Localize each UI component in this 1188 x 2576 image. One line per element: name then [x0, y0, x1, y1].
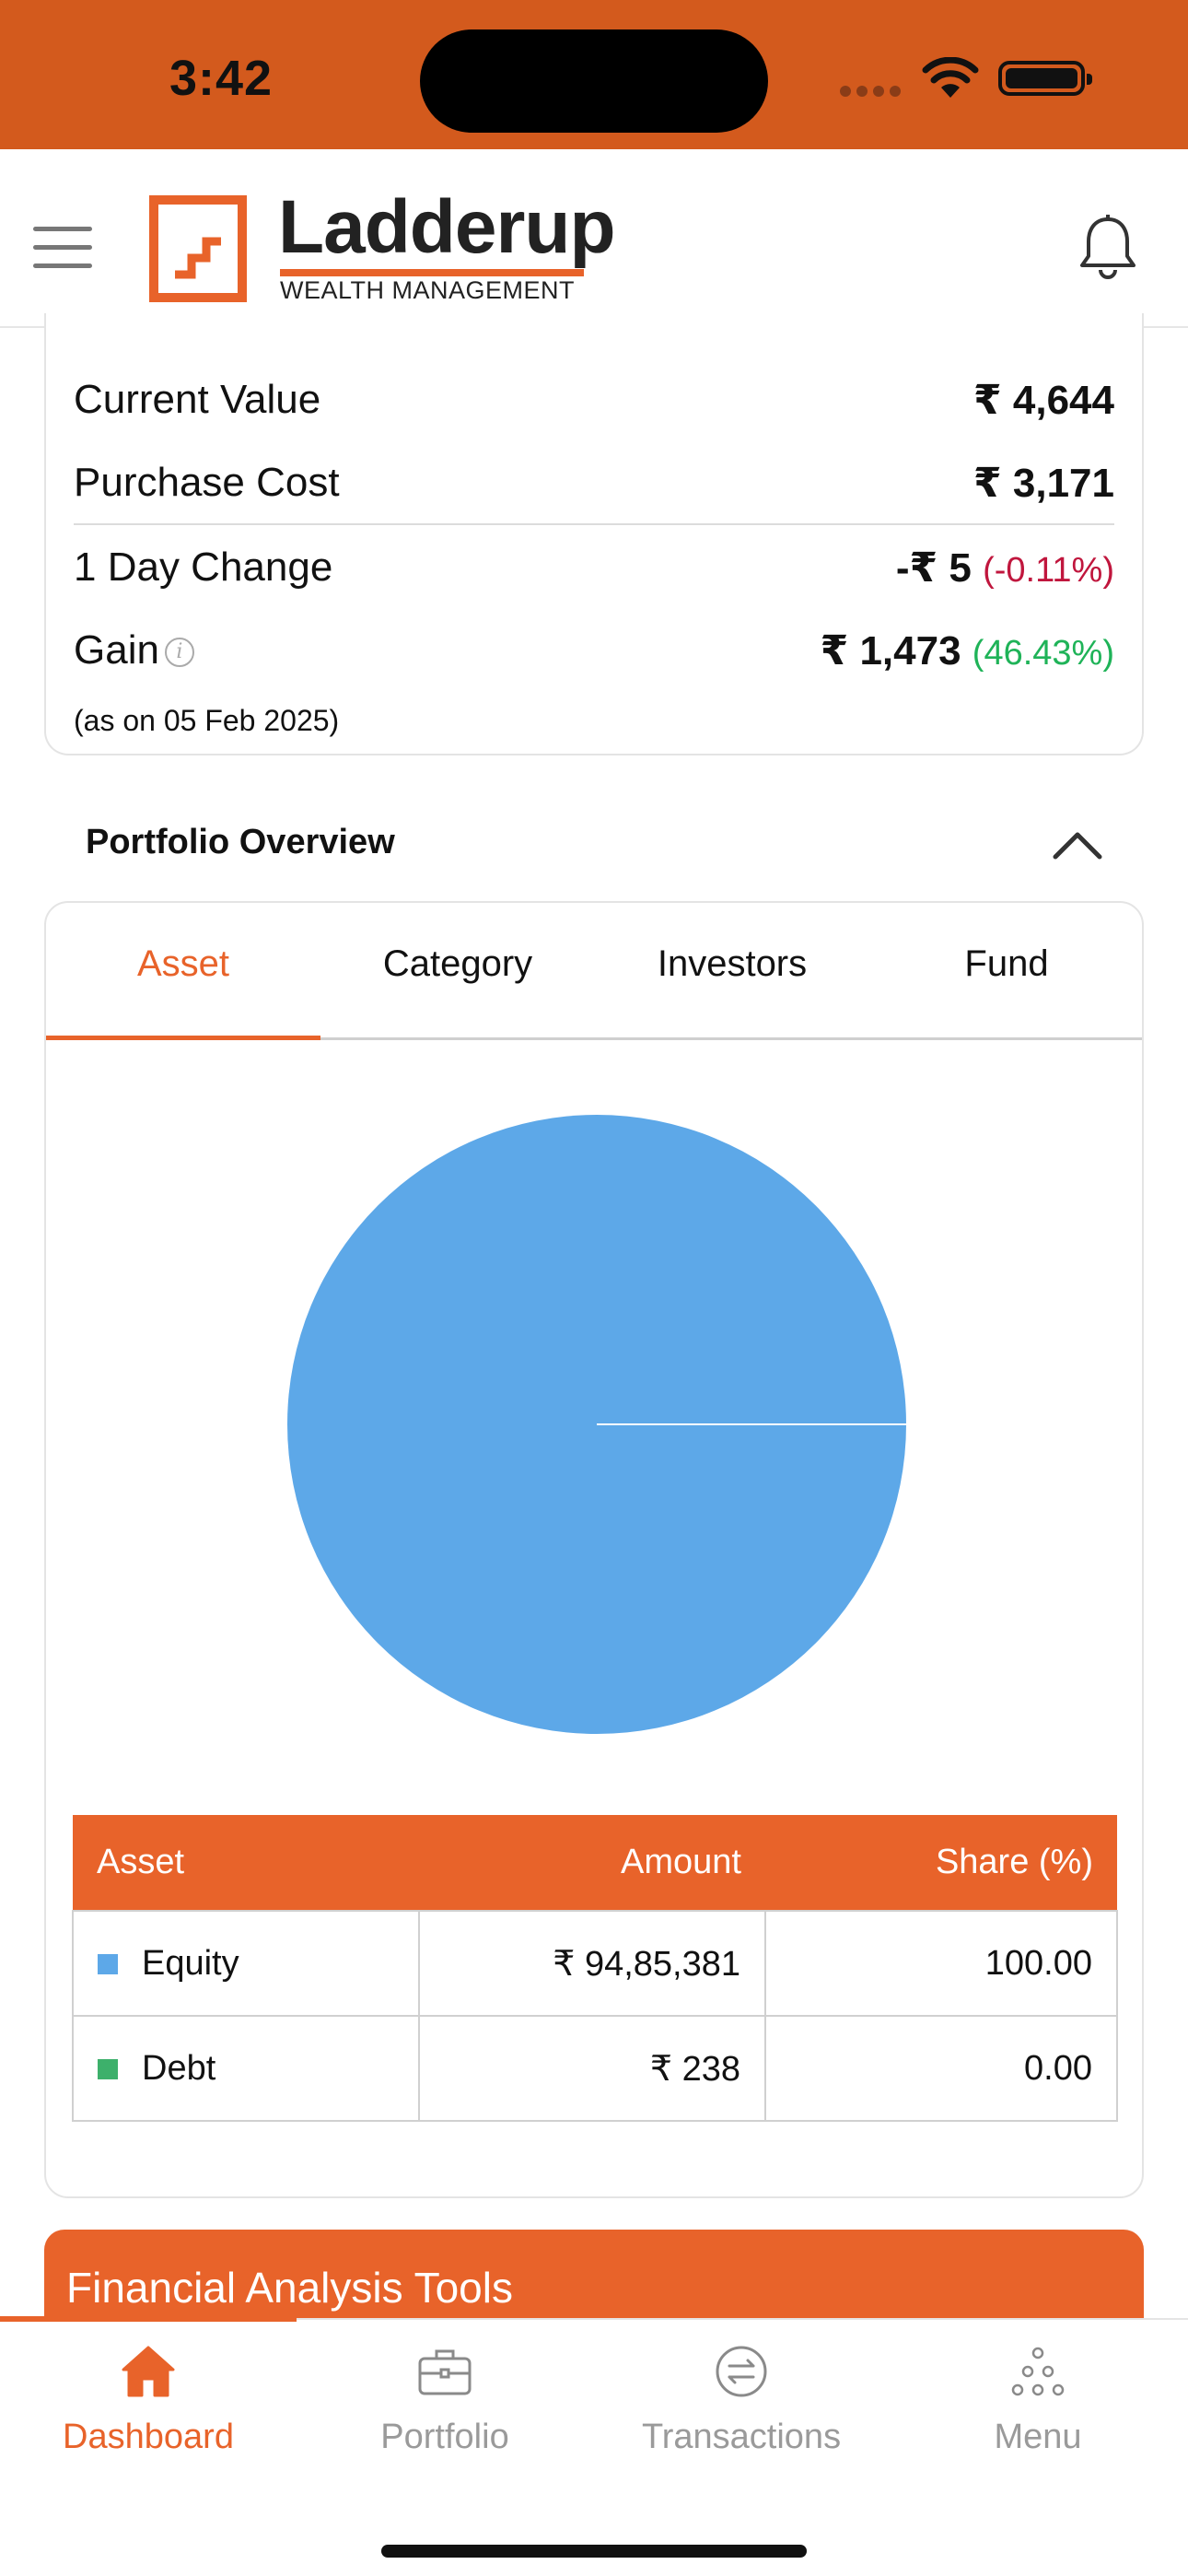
gain-label: Gain — [74, 627, 159, 673]
home-indicator — [381, 2545, 807, 2558]
active-tab-indicator — [46, 1036, 320, 1040]
amount-cell: ₹ 94,85,381 — [418, 1910, 766, 2017]
share-cell: 100.00 — [764, 1910, 1118, 2017]
nav-label-portfolio: Portfolio — [380, 2418, 509, 2456]
gain-percent: (46.43%) — [972, 633, 1114, 673]
current-value-amount: ₹ 4,644 — [973, 377, 1114, 423]
financial-analysis-tools-title: Financial Analysis Tools — [66, 2264, 513, 2312]
asset-pie-chart — [287, 1115, 906, 1734]
wifi-icon — [922, 57, 979, 98]
day-change-label: 1 Day Change — [74, 544, 333, 590]
nav-label-transactions: Transactions — [641, 2418, 842, 2456]
chevron-up-icon[interactable] — [1052, 829, 1103, 861]
dynamic-island — [420, 29, 768, 133]
day-change-amount: -₹ 5 — [895, 544, 972, 591]
bottom-navigation: Dashboard Portfolio Transactions Menu — [0, 2316, 1188, 2576]
status-time: 3:42 — [169, 51, 274, 106]
header-asset: Asset — [73, 1815, 419, 1911]
legend-swatch — [98, 1954, 118, 1975]
tab-fund[interactable]: Fund — [869, 943, 1142, 985]
bell-icon[interactable] — [1077, 214, 1138, 280]
info-icon[interactable]: i — [164, 638, 194, 668]
asset-cell: Debt — [72, 2015, 420, 2122]
battery-icon — [998, 61, 1092, 96]
briefcase-icon — [418, 2349, 472, 2395]
logo-icon — [149, 195, 247, 302]
purchase-cost-label: Purchase Cost — [74, 460, 340, 505]
nav-label-dashboard: Dashboard — [63, 2418, 234, 2456]
nav-label-menu: Menu — [994, 2418, 1082, 2456]
transfer-icon — [716, 2346, 767, 2397]
purchase-cost-row: Purchase Cost ₹ 3,171 — [74, 455, 1114, 510]
tab-category[interactable]: Category — [320, 943, 595, 985]
day-change-percent: (-0.11%) — [983, 550, 1114, 590]
header-share: Share (%) — [765, 1815, 1117, 1911]
table-row: Equity ₹ 94,85,381 100.00 — [72, 1910, 1118, 2017]
brand-name: Ladderup — [278, 185, 616, 269]
share-cell: 0.00 — [764, 2015, 1118, 2122]
as-on-date: (as on 05 Feb 2025) — [74, 704, 340, 737]
hamburger-icon[interactable] — [33, 227, 92, 269]
brand-tagline: WEALTH MANAGEMENT — [280, 276, 576, 304]
asset-table: Asset Amount Share (%) Equity ₹ 94,85,38… — [72, 1815, 1118, 2122]
dots-menu-icon — [1011, 2347, 1065, 2396]
amount-cell: ₹ 238 — [418, 2015, 766, 2122]
nav-transactions[interactable]: Transactions — [593, 2344, 890, 2457]
day-change-row: 1 Day Change -₹ 5 (-0.11%) — [74, 540, 1114, 595]
tab-asset[interactable]: Asset — [46, 943, 320, 985]
portfolio-overview-title: Portfolio Overview — [86, 823, 395, 861]
asset-name: Equity — [142, 1943, 239, 1983]
nav-dashboard[interactable]: Dashboard — [0, 2344, 297, 2457]
tab-investors[interactable]: Investors — [595, 943, 869, 985]
nav-portfolio[interactable]: Portfolio — [297, 2344, 593, 2457]
portfolio-summary-card: Current Value ₹ 4,644 Purchase Cost ₹ 3,… — [44, 313, 1144, 755]
purchase-cost-amount: ₹ 3,171 — [973, 460, 1114, 506]
nav-active-indicator — [0, 2316, 297, 2322]
asset-table-header: Asset Amount Share (%) — [73, 1815, 1117, 1911]
current-value-label: Current Value — [74, 377, 321, 422]
app-header: Ladderup WEALTH MANAGEMENT — [0, 149, 1188, 328]
status-bar: 3:42 — [0, 0, 1188, 149]
legend-swatch — [98, 2059, 118, 2080]
current-value-row: Current Value ₹ 4,644 — [74, 372, 1114, 427]
asset-name: Debt — [142, 2048, 216, 2088]
home-icon — [122, 2346, 175, 2397]
gain-amount: ₹ 1,473 — [820, 627, 961, 673]
summary-divider — [74, 523, 1114, 525]
gain-row: Gain i ₹ 1,473 (46.43%) — [74, 623, 1114, 678]
cellular-signal-icon — [840, 85, 906, 98]
header-amount: Amount — [419, 1815, 765, 1911]
portfolio-overview-card: Asset Category Investors Fund Asset Amou… — [44, 901, 1144, 2198]
asset-cell: Equity — [72, 1910, 420, 2017]
nav-menu[interactable]: Menu — [890, 2344, 1186, 2457]
table-row: Debt ₹ 238 0.00 — [72, 2015, 1118, 2122]
brand-underline — [280, 269, 584, 276]
